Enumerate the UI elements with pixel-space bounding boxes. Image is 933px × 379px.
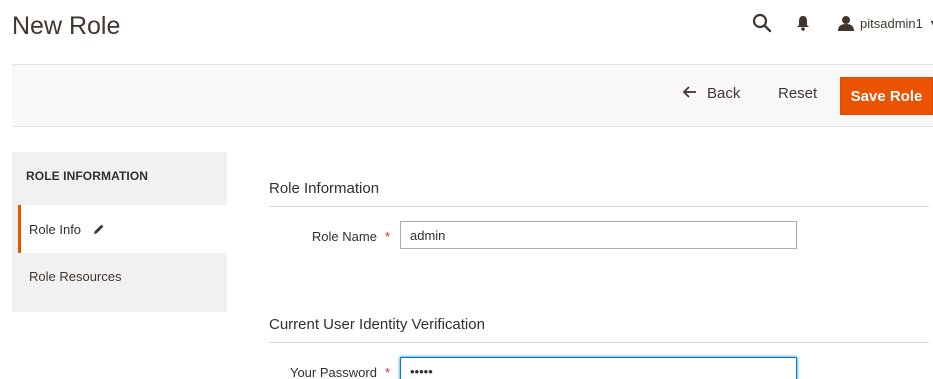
tab-role-info[interactable]: Role Info: [18, 205, 227, 253]
user-icon: [838, 15, 854, 31]
back-button[interactable]: Back: [682, 85, 741, 102]
section-title-identity-verification: Current User Identity Verification: [269, 316, 485, 333]
role-name-label-text: Role Name: [311, 229, 377, 244]
password-label: Your Password *: [270, 365, 390, 379]
section-divider: [269, 342, 929, 343]
header-actions: pitsadmin1 ▼: [752, 12, 933, 34]
reset-button[interactable]: Reset: [778, 85, 817, 102]
username: pitsadmin1: [860, 15, 923, 31]
tab-role-resources[interactable]: Role Resources: [29, 269, 122, 284]
password-label-text: Your Password: [289, 365, 377, 379]
back-label: Back: [707, 85, 741, 102]
section-divider: [269, 206, 929, 207]
required-mark: *: [384, 365, 390, 379]
password-input[interactable]: [400, 357, 797, 379]
page-actions-bar: Back Reset Save Role: [12, 64, 933, 127]
arrow-left-icon: [682, 85, 696, 102]
role-name-label: Role Name *: [290, 229, 390, 244]
required-mark: *: [384, 229, 390, 244]
bell-icon[interactable]: [796, 15, 810, 31]
chevron-down-icon: ▼: [929, 18, 933, 28]
sidebar: ROLE INFORMATION Role Info Role Resource…: [12, 152, 227, 312]
sidebar-title: ROLE INFORMATION: [26, 169, 149, 183]
page-title: New Role: [12, 12, 121, 40]
role-name-input[interactable]: [400, 221, 797, 249]
tab-role-info-label: Role Info: [29, 221, 82, 237]
section-title-role-information: Role Information: [269, 180, 380, 197]
save-role-button[interactable]: Save Role: [840, 77, 933, 115]
user-menu[interactable]: pitsadmin1 ▼: [838, 15, 933, 31]
pencil-icon: [93, 223, 105, 235]
search-icon[interactable]: [752, 13, 772, 33]
